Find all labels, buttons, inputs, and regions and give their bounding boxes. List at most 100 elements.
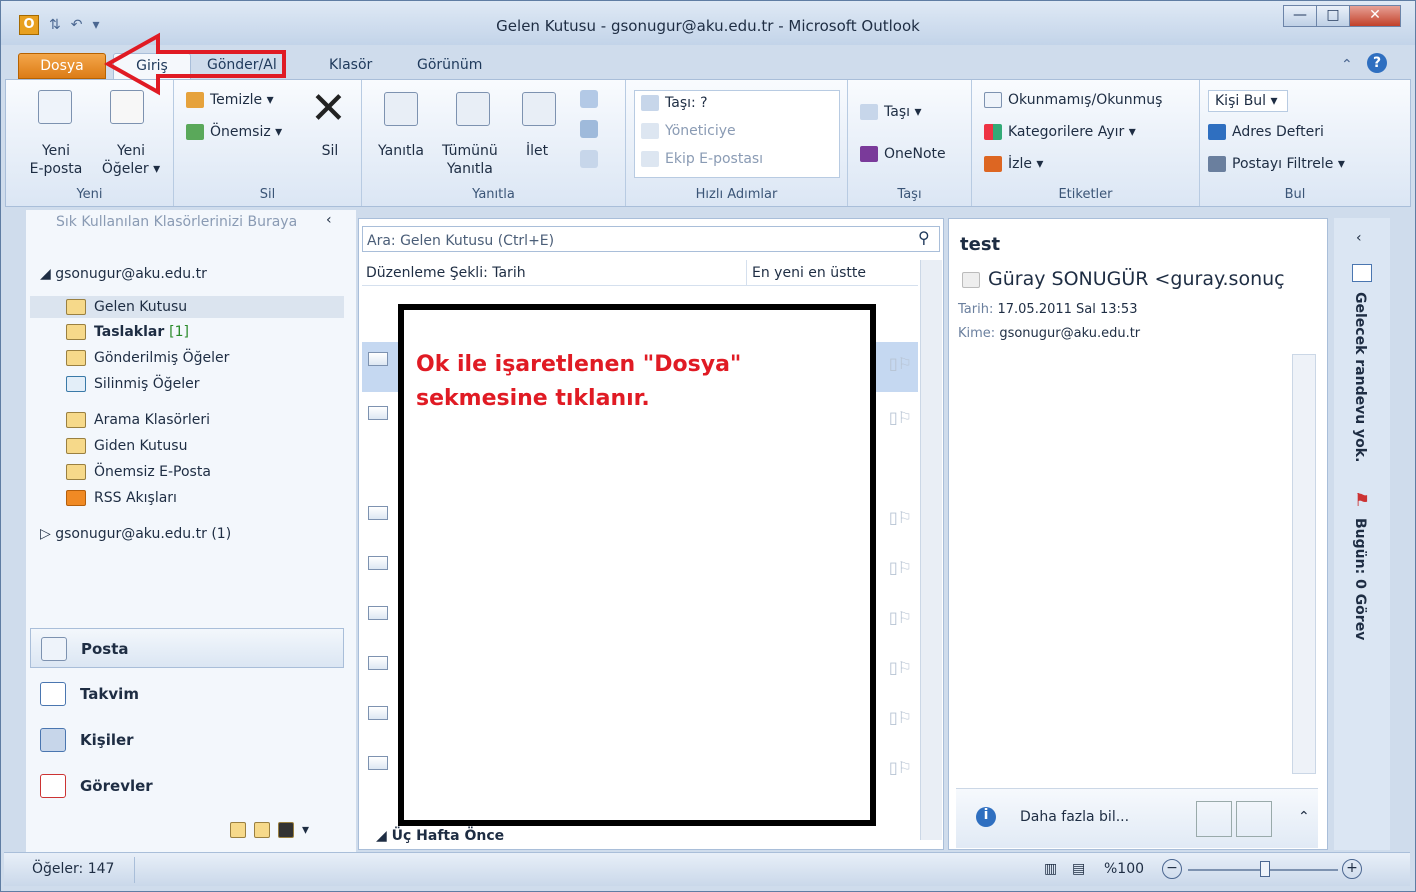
unread-icon <box>984 92 1002 108</box>
envelope-icon <box>368 606 388 620</box>
new-email-icon <box>38 90 72 124</box>
envelope-icon <box>368 352 388 366</box>
delete-button[interactable]: Sil <box>310 142 350 160</box>
envelope-icon <box>368 556 388 570</box>
person-avatar[interactable] <box>1236 801 1272 837</box>
more-reply-icon[interactable] <box>580 150 598 168</box>
tab-klasor[interactable]: Klasör <box>329 53 372 79</box>
manager-icon <box>641 123 659 139</box>
filter-email-button[interactable]: Postayı Filtrele ▾ <box>1208 156 1345 172</box>
to-value[interactable]: gsonugur@aku.edu.tr <box>999 326 1140 341</box>
address-book-button[interactable]: Adres Defteri <box>1208 124 1324 140</box>
search-icon[interactable]: ⚲ <box>918 228 930 247</box>
annotation-box: Ok ile işaretlenen "Dosya" sekmesine tıkl… <box>398 304 876 826</box>
module-calendar[interactable]: Takvim <box>30 674 344 714</box>
inbox-icon <box>66 299 86 315</box>
account-node[interactable]: ◢ gsonugur@aku.edu.tr <box>40 266 207 282</box>
flag-icon[interactable]: ▯⚐ <box>889 658 912 677</box>
folder-outbox[interactable]: Giden Kutusu <box>66 438 187 454</box>
quick-step-manager-label: Yöneticiye <box>665 123 736 139</box>
minimize-ribbon-icon[interactable]: ⌃ <box>1341 53 1353 79</box>
flag-icon[interactable]: ▯⚐ <box>889 608 912 627</box>
help-icon[interactable]: ? <box>1367 53 1387 73</box>
deleted-icon <box>66 376 86 392</box>
group-hizli-adimlar: Taşı: ? Yöneticiye Ekip E-postası Hızlı … <box>626 80 848 206</box>
info-icon: i <box>976 807 996 827</box>
search-input[interactable]: Ara: Gelen Kutusu (Ctrl+E) <box>362 226 940 252</box>
quick-step-team[interactable]: Ekip E-postası <box>641 151 763 167</box>
folder-inbox[interactable]: Gelen Kutusu <box>30 296 344 318</box>
nav-shortcuts[interactable]: ▾ <box>230 822 317 838</box>
folder-sent[interactable]: Gönderilmiş Öğeler <box>66 350 229 366</box>
flag-icon[interactable]: ▯⚐ <box>889 508 912 527</box>
tab-gorunum[interactable]: Görünüm <box>417 53 482 79</box>
find-contact-field[interactable]: Kişi Bul ▾ <box>1208 90 1288 112</box>
module-tasks[interactable]: Görevler <box>30 766 344 806</box>
team-icon <box>641 151 659 167</box>
red-arrow-icon <box>104 32 286 96</box>
zoom-in-button[interactable]: + <box>1342 859 1362 879</box>
close-button[interactable]: ✕ <box>1349 5 1401 27</box>
normal-view-icon[interactable]: ▥ <box>1044 861 1057 877</box>
sent-icon <box>66 350 86 366</box>
new-items-button[interactable]: Yeni Öğeler ▾ <box>98 142 164 178</box>
folder-junk[interactable]: Önemsiz E-Posta <box>66 464 211 480</box>
more-info-label[interactable]: Daha fazla bil... <box>1020 809 1129 825</box>
person-avatar[interactable] <box>1196 801 1232 837</box>
junk-label: Önemsiz ▾ <box>210 124 283 140</box>
account-node-2[interactable]: ▷ gsonugur@aku.edu.tr (1) <box>40 526 231 542</box>
folder-search[interactable]: Arama Klasörleri <box>66 412 210 428</box>
reading-scrollbar[interactable] <box>1292 354 1316 774</box>
list-scrollbar[interactable] <box>920 260 942 840</box>
zoom-slider-thumb[interactable] <box>1260 861 1270 877</box>
filter-label: Postayı Filtrele ▾ <box>1232 156 1345 172</box>
flag-icon[interactable]: ▯⚐ <box>889 354 912 373</box>
group-header[interactable]: ◢ Üç Hafta Önce <box>376 828 504 844</box>
sort-by-button[interactable]: Düzenleme Şekli: Tarih <box>366 265 526 281</box>
module-contacts[interactable]: Kişiler <box>30 720 344 760</box>
address-book-label: Adres Defteri <box>1232 124 1324 140</box>
module-mail[interactable]: Posta <box>30 628 344 668</box>
expand-people-pane-icon[interactable]: ⌃ <box>1298 809 1310 825</box>
maximize-button[interactable]: □ <box>1316 5 1350 27</box>
drafts-count: [1] <box>169 324 189 340</box>
flag-icon[interactable]: ▯⚐ <box>889 408 912 427</box>
folder-label: Gelen Kutusu <box>94 299 188 315</box>
folder-deleted[interactable]: Silinmiş Öğeler <box>66 376 199 392</box>
im-icon[interactable] <box>580 120 598 138</box>
zoom-out-button[interactable]: − <box>1162 859 1182 879</box>
forward-button[interactable]: İlet <box>526 142 548 160</box>
reply-button[interactable]: Yanıtla <box>378 142 424 160</box>
folder-drafts[interactable]: Taslaklar [1] <box>66 324 189 340</box>
quick-step-move[interactable]: Taşı: ? <box>641 95 708 111</box>
message-sender[interactable]: Güray SONUGÜR <guray.sonuç <box>962 268 1322 290</box>
new-email-button[interactable]: Yeni E-posta <box>8 142 104 178</box>
sort-order-button[interactable]: En yeni en üstte <box>752 265 866 281</box>
junk-button[interactable]: Önemsiz ▾ <box>186 124 282 140</box>
minimize-button[interactable]: — <box>1283 5 1317 27</box>
tab-dosya[interactable]: Dosya <box>18 53 106 79</box>
module-label: Posta <box>81 640 129 658</box>
meeting-icon[interactable] <box>580 90 598 108</box>
flag-icon[interactable]: ▯⚐ <box>889 558 912 577</box>
folder-rss[interactable]: RSS Akışları <box>66 490 177 506</box>
zoom-level[interactable]: %100 <box>1104 861 1144 877</box>
reading-view-icon[interactable]: ▤ <box>1072 861 1085 877</box>
favorites-hint: Sık Kullanılan Klasörlerinizi Buraya <box>56 214 298 230</box>
unread-read-button[interactable]: Okunmamış/Okunmuş <box>984 92 1162 108</box>
group-label: Taşı <box>897 187 922 202</box>
onenote-button[interactable]: OneNote <box>860 146 946 162</box>
collapse-nav-icon[interactable]: ‹ <box>326 212 332 228</box>
quick-step-manager[interactable]: Yöneticiye <box>641 123 736 139</box>
outbox-icon <box>66 438 86 454</box>
tasks-icon <box>40 774 66 798</box>
move-button[interactable]: Taşı ▾ <box>860 104 921 120</box>
expand-todo-icon[interactable]: ‹ <box>1356 230 1362 246</box>
follow-up-button[interactable]: İzle ▾ <box>984 156 1043 172</box>
reply-all-button[interactable]: Tümünü Yanıtla <box>442 142 498 178</box>
flag-icon[interactable]: ▯⚐ <box>889 758 912 777</box>
annotation-line-2: sekmesine tıklanır. <box>416 386 650 411</box>
group-label: Yeni <box>76 187 103 202</box>
categorize-button[interactable]: Kategorilere Ayır ▾ <box>984 124 1136 140</box>
flag-icon[interactable]: ▯⚐ <box>889 708 912 727</box>
